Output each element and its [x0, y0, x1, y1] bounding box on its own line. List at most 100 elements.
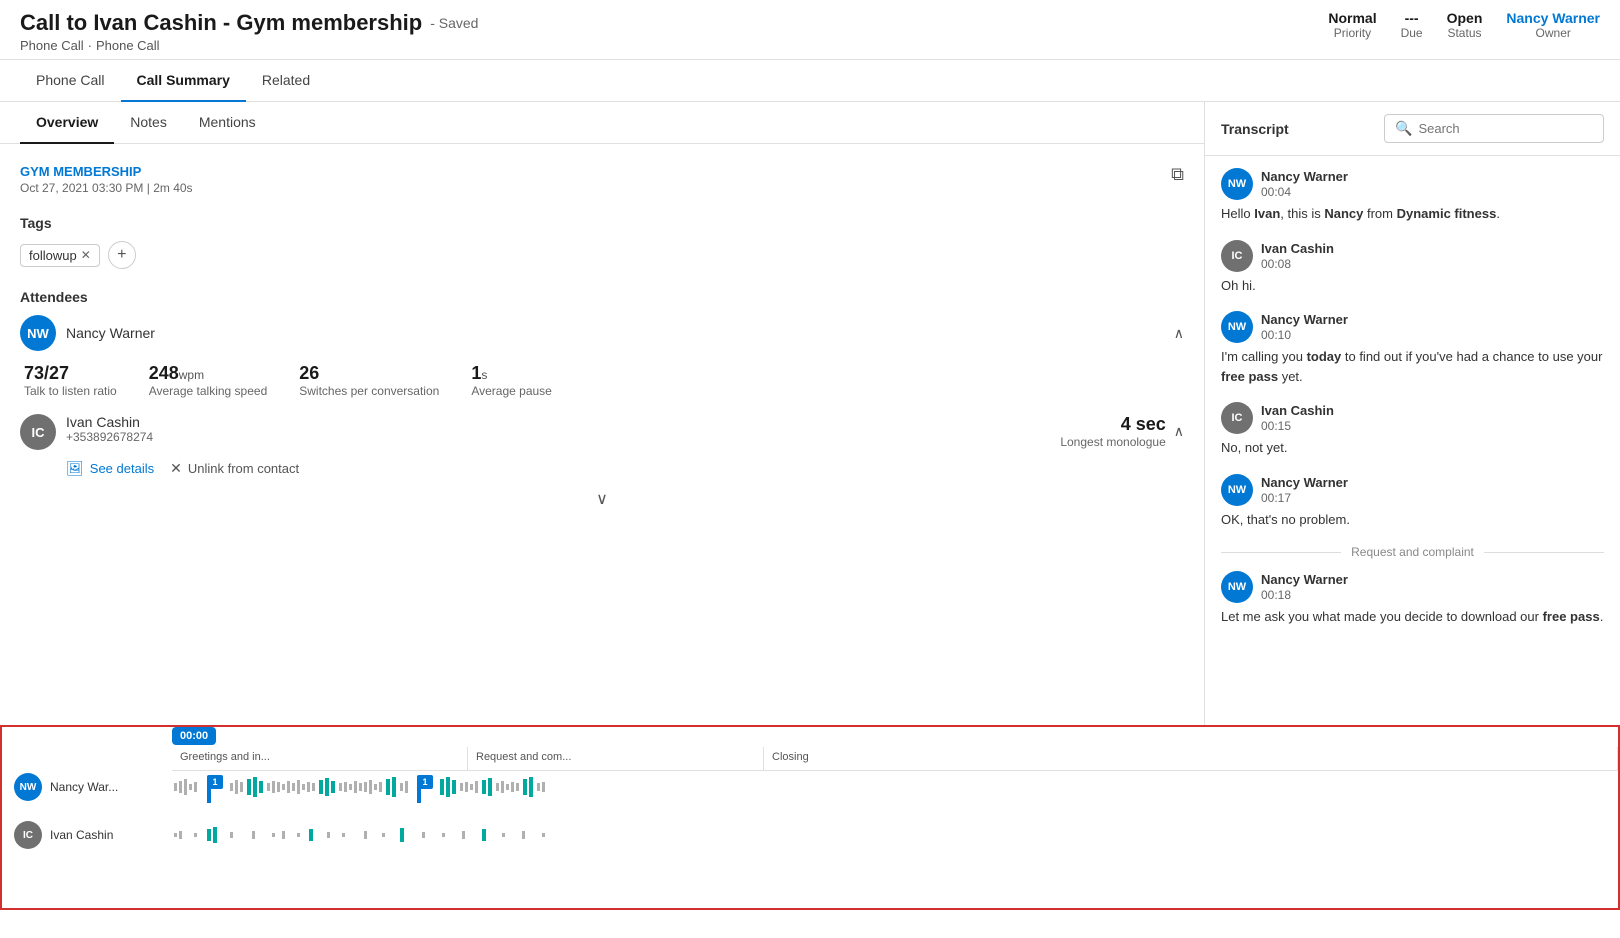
track-name-nancy: Nancy War... [50, 780, 118, 794]
nav-tabs: Phone Call Call Summary Related [0, 60, 1620, 102]
tag-add-button[interactable]: + [108, 241, 136, 269]
transcript-title: Transcript [1221, 121, 1289, 137]
subtitle-dropdown[interactable]: Phone Call [96, 38, 160, 53]
timestamp-4: 00:15 [1261, 419, 1334, 433]
subtab-notes[interactable]: Notes [114, 102, 183, 144]
tab-phone-call[interactable]: Phone Call [20, 60, 121, 102]
subtitle-type: Phone Call [20, 38, 84, 53]
stat-talk-listen: 73/27 Talk to listen ratio [24, 363, 117, 398]
search-icon: 🔍 [1395, 120, 1412, 137]
track-avatar-ivan: IC [14, 821, 42, 849]
copy-icon[interactable]: ⧉ [1171, 164, 1184, 185]
transcript-text-1: Hello Ivan, this is Nancy from Dynamic f… [1221, 204, 1604, 224]
subtab-overview[interactable]: Overview [20, 102, 114, 144]
speaker-avatar-1: NW [1221, 168, 1253, 200]
priority-label: Priority [1328, 26, 1376, 40]
track-waveform-nancy[interactable]: 1 [172, 771, 1618, 803]
priority-meta: Normal Priority [1328, 10, 1376, 40]
timestamp-6: 00:18 [1261, 588, 1348, 602]
speaker-row-2: IC Ivan Cashin 00:08 [1221, 240, 1604, 272]
owner-value[interactable]: Nancy Warner [1506, 10, 1600, 26]
ivan-collapse-chevron[interactable]: ∧ [1174, 423, 1184, 440]
divider-line-left [1221, 552, 1341, 553]
attendees-label: Attendees [20, 289, 1184, 305]
transcript-entry-1: NW Nancy Warner 00:04 Hello Ivan, this i… [1221, 168, 1604, 224]
nancy-name: Nancy Warner [66, 325, 155, 341]
see-details-button[interactable]: 🖼 See details [66, 460, 154, 477]
ivan-right-content: 4 sec Longest monologue [1060, 414, 1165, 449]
subtitle-separator: · [88, 38, 92, 53]
tag-followup: followup ✕ [20, 244, 100, 267]
nancy-waveform-svg: 1 [172, 771, 1618, 803]
track-avatar-nancy: NW [14, 773, 42, 801]
speaker-avatar-2: IC [1221, 240, 1253, 272]
track-name-ivan: Ivan Cashin [50, 828, 113, 842]
timeline-tracks: NW Nancy War... 1 [2, 771, 1618, 851]
title-text: Call to Ivan Cashin - Gym membership [20, 10, 422, 36]
timestamp-2: 00:08 [1261, 257, 1334, 271]
transcript-text-6: Let me ask you what made you decide to d… [1221, 607, 1604, 627]
track-nancy: NW Nancy War... 1 [2, 771, 1618, 803]
monologue-value: 4 sec [1060, 414, 1165, 435]
status-value: Open [1447, 10, 1483, 26]
transcript-text-3: I'm calling you today to find out if you… [1221, 347, 1604, 386]
transcript-content: NW Nancy Warner 00:04 Hello Ivan, this i… [1205, 156, 1620, 725]
see-details-icon: 🖼 [66, 460, 84, 477]
timestamp-5: 00:17 [1261, 491, 1348, 505]
saved-label: - Saved [430, 15, 478, 31]
header: Call to Ivan Cashin - Gym membership - S… [0, 0, 1620, 60]
nancy-collapse-chevron[interactable]: ∧ [1174, 325, 1184, 342]
stat-pause-value: 1s [471, 363, 552, 384]
ivan-name: Ivan Cashin [66, 414, 153, 430]
nancy-stats: 73/27 Talk to listen ratio 248wpm Averag… [20, 363, 1184, 398]
search-box[interactable]: 🔍 [1384, 114, 1604, 143]
speaker-name-2: Ivan Cashin [1261, 241, 1334, 256]
timeline-section-request: Request and com... [468, 747, 764, 770]
stat-talking-speed-label: Average talking speed [149, 384, 268, 398]
speaker-avatar-5: NW [1221, 474, 1253, 506]
track-waveform-ivan[interactable] [172, 819, 1618, 851]
unlink-contact-button[interactable]: ✕ Unlink from contact [170, 460, 299, 477]
speaker-row-1: NW Nancy Warner 00:04 [1221, 168, 1604, 200]
stat-talk-listen-value: 73/27 [24, 363, 117, 384]
tag-label: followup [29, 248, 77, 263]
attendee-ivan: IC Ivan Cashin +353892678274 4 sec Longe… [20, 414, 1184, 450]
tag-remove-button[interactable]: ✕ [81, 248, 91, 262]
search-input[interactable] [1418, 121, 1593, 136]
timestamp-3: 00:10 [1261, 328, 1348, 342]
gym-date: Oct 27, 2021 03:30 PM | 2m 40s [20, 181, 1184, 195]
subtab-mentions[interactable]: Mentions [183, 102, 272, 144]
speaker-name-4: Ivan Cashin [1261, 403, 1334, 418]
owner-meta: Nancy Warner Owner [1506, 10, 1600, 40]
speaker-name-5: Nancy Warner [1261, 475, 1348, 490]
tab-call-summary[interactable]: Call Summary [121, 60, 246, 102]
transcript-text-5: OK, that's no problem. [1221, 510, 1604, 530]
monologue-label: Longest monologue [1060, 435, 1165, 449]
svg-text:1: 1 [212, 777, 217, 787]
transcript-text-2: Oh hi. [1221, 276, 1604, 296]
attendee-nancy-header: NW Nancy Warner ∧ [20, 315, 1184, 351]
due-meta: --- Due [1401, 10, 1423, 40]
svg-text:1: 1 [422, 777, 427, 787]
ivan-waveform-svg [172, 819, 1618, 851]
ivan-actions: 🖼 See details ✕ Unlink from contact [20, 460, 1184, 477]
speaker-avatar-3: NW [1221, 311, 1253, 343]
stat-switches-value: 26 [299, 363, 439, 384]
main-content: Overview Notes Mentions GYM MEMBERSHIP O… [0, 102, 1620, 725]
speaker-avatar-6: NW [1221, 571, 1253, 603]
divider-line-right [1484, 552, 1604, 553]
section-divider: Request and complaint [1221, 545, 1604, 559]
expand-arrow[interactable]: ∨ [20, 489, 1184, 509]
ivan-phone: +353892678274 [66, 430, 153, 444]
owner-label: Owner [1506, 26, 1600, 40]
transcript-text-4: No, not yet. [1221, 438, 1604, 458]
transcript-entry-2: IC Ivan Cashin 00:08 Oh hi. [1221, 240, 1604, 296]
transcript-entry-3: NW Nancy Warner 00:10 I'm calling you to… [1221, 311, 1604, 386]
stat-talking-speed-value: 248wpm [149, 363, 268, 384]
stat-talk-listen-label: Talk to listen ratio [24, 384, 117, 398]
speaker-row-5: NW Nancy Warner 00:17 [1221, 474, 1604, 506]
see-details-label: See details [90, 461, 154, 476]
sub-tabs: Overview Notes Mentions [0, 102, 1204, 144]
tab-related[interactable]: Related [246, 60, 326, 102]
transcript-header: Transcript 🔍 [1205, 102, 1620, 156]
